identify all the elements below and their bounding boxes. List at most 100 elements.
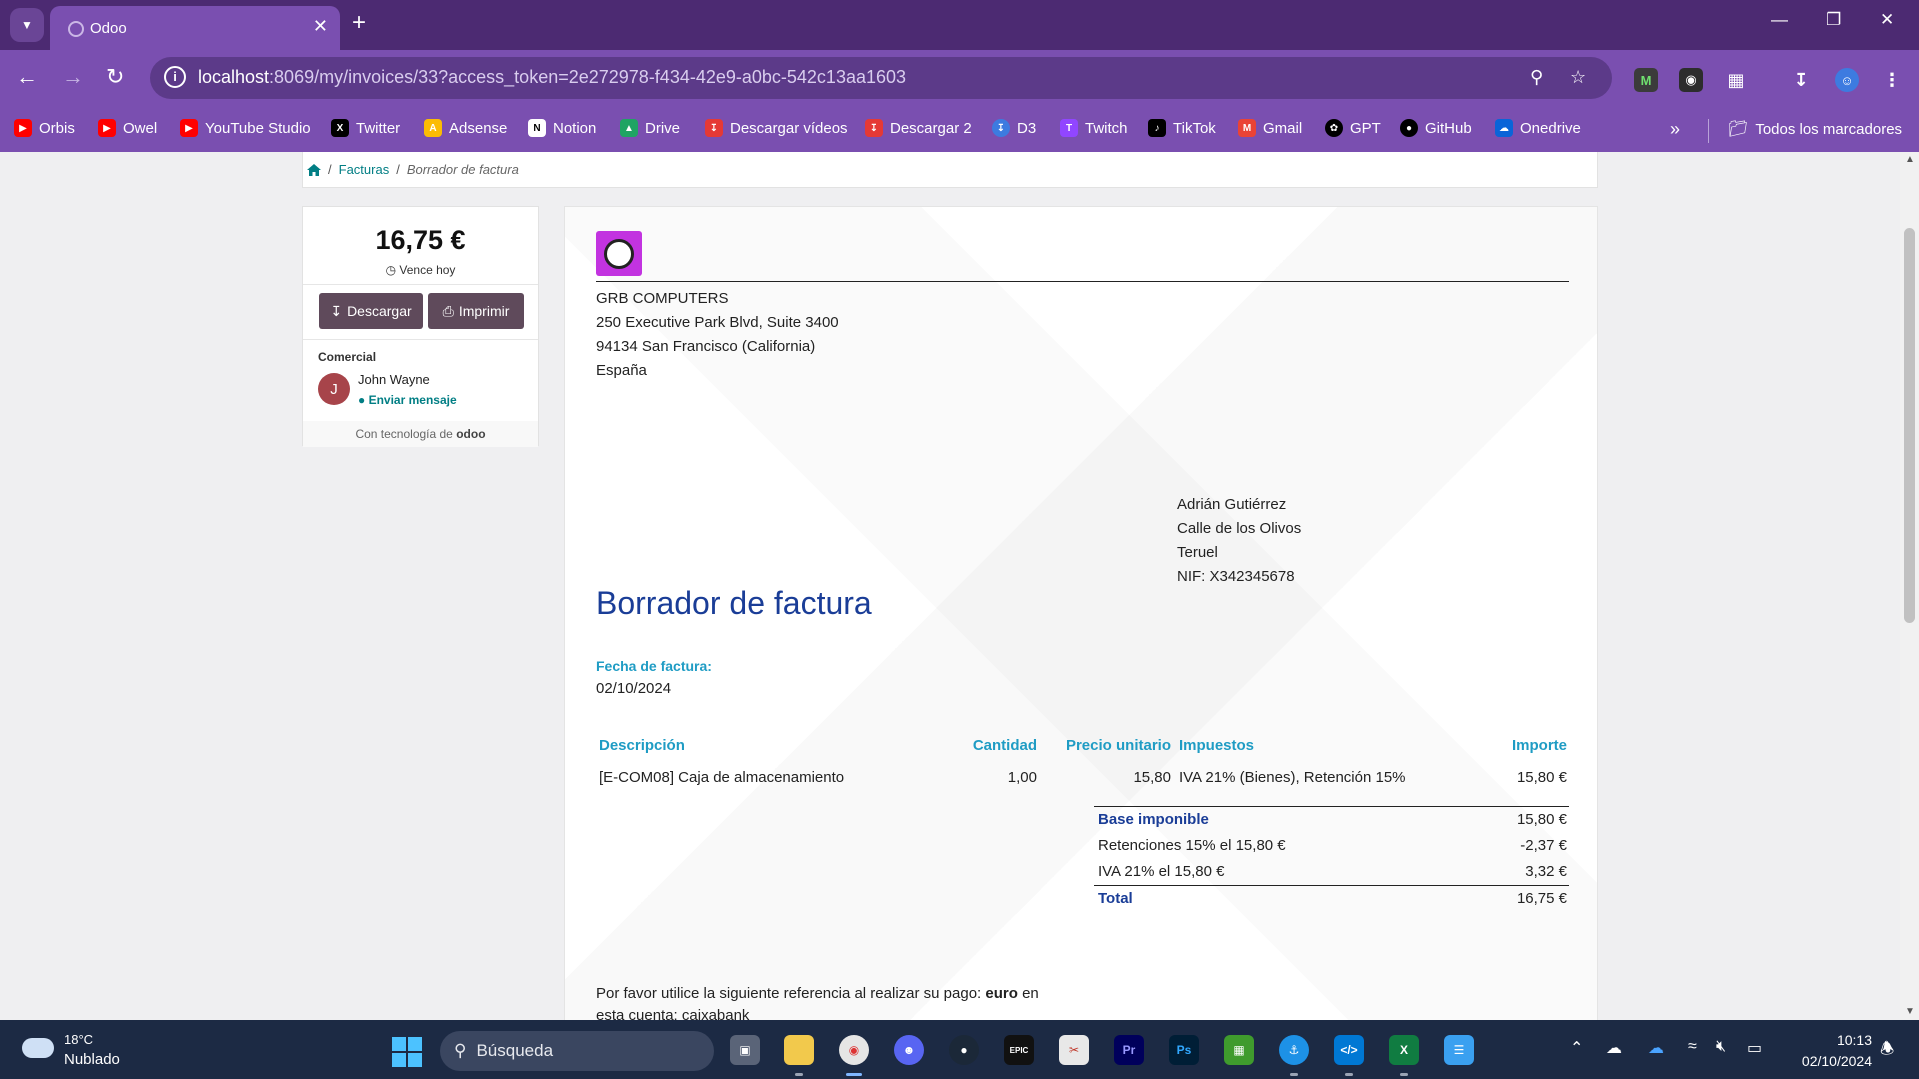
bookmark-tiktok[interactable]: ♪ TikTok — [1148, 119, 1216, 137]
restore-window-button[interactable]: ❐ — [1826, 10, 1841, 30]
extension-m-icon[interactable]: M — [1634, 68, 1658, 92]
bookmark-owel[interactable]: ▶ Owel — [98, 119, 157, 137]
scroll-up-icon[interactable]: ▲ — [1905, 154, 1915, 165]
windows-start-icon[interactable] — [392, 1037, 422, 1067]
home-icon[interactable] — [307, 163, 321, 176]
epic-games-icon[interactable]: EPIC — [1004, 1035, 1034, 1065]
volume-muted-icon[interactable]: 🔇︎ — [1716, 1038, 1726, 1056]
vscode-icon[interactable]: </> — [1334, 1035, 1364, 1065]
notepad-icon[interactable]: ☰ — [1444, 1035, 1474, 1065]
premiere-icon[interactable]: Pr — [1114, 1035, 1144, 1065]
payment-reference: Por favor utilice la siguiente referenci… — [596, 985, 1039, 1020]
download-button[interactable]: ↧ Descargar — [319, 293, 423, 329]
close-tab-icon[interactable]: ✕ — [313, 16, 328, 37]
salesperson-label: Comercial — [318, 350, 377, 364]
bookmark-youtube-studio[interactable]: ▶ YouTube Studio — [180, 119, 311, 137]
cloud-icon[interactable] — [22, 1038, 54, 1058]
profile-avatar[interactable]: ☺ — [1835, 68, 1859, 92]
reload-button[interactable]: ↻ — [106, 65, 124, 89]
bookmark-adsense[interactable]: A Adsense — [424, 119, 507, 137]
wifi-icon[interactable]: ≈ — [1688, 1038, 1697, 1056]
customer-street: Calle de los Olivos — [1177, 520, 1302, 537]
print-icon: ⎙ — [442, 302, 454, 319]
taskbar-search[interactable]: ⚲ Búsqueda — [440, 1031, 714, 1071]
bookmark-orbis[interactable]: ▶ Orbis — [14, 119, 75, 137]
new-tab-button[interactable]: + — [352, 11, 366, 35]
bookmark-github[interactable]: ● GitHub — [1400, 119, 1472, 137]
task-view-icon[interactable]: ▣ — [730, 1035, 760, 1065]
clock-time: 10:13 — [1836, 1032, 1872, 1048]
scroll-down-icon[interactable]: ▼ — [1905, 1006, 1915, 1017]
battery-icon[interactable]: ▭ — [1747, 1038, 1762, 1058]
address-bar[interactable]: i localhost:8069/my/invoices/33?access_t… — [150, 57, 1612, 99]
onedrive-icon[interactable]: ☁ — [1648, 1038, 1664, 1058]
column-taxes: Impuestos — [1179, 737, 1255, 754]
bookmark-twitter[interactable]: X Twitter — [331, 119, 400, 137]
chevron-up-icon[interactable]: ⌃ — [1570, 1038, 1583, 1058]
excel-icon[interactable]: X — [1389, 1035, 1419, 1065]
site-info-icon[interactable]: i — [164, 66, 186, 88]
url-text[interactable]: localhost:8069/my/invoices/33?access_tok… — [198, 67, 906, 88]
base-label: Base imponible — [1098, 811, 1209, 828]
gmail-icon: M — [1238, 119, 1256, 137]
minecraft-icon[interactable]: ▦ — [1224, 1035, 1254, 1065]
bookmark-star-icon[interactable]: ☆ — [1570, 67, 1586, 88]
download-icon: ↧ — [330, 302, 343, 319]
github-icon: ● — [1400, 119, 1418, 137]
customer-address: Adrián Gutiérrez Calle de los Olivos Ter… — [1177, 493, 1301, 589]
header-divider — [596, 281, 1569, 282]
scroll-thumb[interactable] — [1904, 228, 1915, 623]
windows-taskbar: 18°C Nublado ⚲ Búsqueda ▣ ◉ ☻ ● EPIC ✂ Pr… — [0, 1020, 1919, 1079]
tab-search-button[interactable]: ▼ — [10, 8, 44, 42]
iva-label: IVA 21% el 15,80 € — [1098, 863, 1225, 880]
all-bookmarks-folder[interactable]: 📁︎ Todos los marcadores — [1728, 119, 1902, 139]
snipping-tool-icon[interactable]: ✂ — [1059, 1035, 1089, 1065]
bookmark-d3[interactable]: ↧ D3 — [992, 119, 1036, 137]
twitch-icon: T — [1060, 119, 1078, 137]
more-bookmarks-icon[interactable]: » — [1670, 119, 1680, 140]
bookmark-notion[interactable]: N Notion — [528, 119, 596, 137]
bookmark-gpt[interactable]: ✿ GPT — [1325, 119, 1381, 137]
bookmark-gmail[interactable]: M Gmail — [1238, 119, 1302, 137]
bookmark-descargar-2[interactable]: ↧ Descargar 2 — [865, 119, 972, 137]
steam-icon[interactable]: ● — [949, 1035, 979, 1065]
onedrive-sync-icon[interactable]: ☁ — [1606, 1038, 1622, 1058]
bookmarks-separator — [1708, 119, 1709, 143]
zoom-icon[interactable]: ⚲ — [1530, 67, 1543, 88]
send-message-link[interactable]: ● Enviar mensaje — [358, 393, 457, 407]
breadcrumb-invoices-link[interactable]: Facturas — [339, 162, 390, 177]
docker-icon[interactable]: ⚓ — [1279, 1035, 1309, 1065]
chrome-icon[interactable]: ◉ — [839, 1035, 869, 1065]
powered-by: Con tecnología de odoo — [303, 421, 538, 447]
odoo-logo[interactable]: odoo — [456, 427, 485, 441]
bookmark-descargar-videos[interactable]: ↧ Descargar vídeos — [705, 119, 848, 137]
breadcrumb-separator: / — [396, 162, 400, 177]
browser-tab[interactable]: Odoo ✕ — [50, 6, 340, 50]
page-scrollbar[interactable]: ▲ ▼ — [1900, 152, 1919, 1020]
system-clock[interactable]: 10:13 02/10/2024 — [1786, 1030, 1872, 1072]
company-logo — [596, 231, 642, 276]
totals-divider — [1094, 806, 1569, 807]
extension-glasses-icon[interactable]: ◉ — [1679, 68, 1703, 92]
menu-dots-icon[interactable]: ⋮ — [1880, 68, 1904, 92]
bookmark-drive[interactable]: ▲ Drive — [620, 119, 680, 137]
forward-button[interactable]: → — [62, 65, 84, 89]
discord-icon[interactable]: ☻ — [894, 1035, 924, 1065]
extensions-puzzle-icon[interactable]: ▦ — [1724, 68, 1748, 92]
temperature[interactable]: 18°C — [64, 1032, 93, 1047]
clock-icon: ◷ — [385, 263, 400, 277]
bookmark-twitch[interactable]: T Twitch — [1060, 119, 1128, 137]
print-button[interactable]: ⎙ Imprimir — [428, 293, 524, 329]
bookmark-onedrive[interactable]: ☁ Onedrive — [1495, 119, 1581, 137]
onedrive-icon: ☁ — [1495, 119, 1513, 137]
minimize-window-button[interactable]: — — [1771, 10, 1788, 30]
download-icon[interactable]: ↧ — [1789, 68, 1813, 92]
back-button[interactable]: ← — [16, 65, 38, 89]
notification-bell-icon[interactable]: 🕭︎ — [1880, 1038, 1894, 1065]
weather-status[interactable]: Nublado — [64, 1051, 120, 1068]
photoshop-icon[interactable]: Ps — [1169, 1035, 1199, 1065]
file-explorer-icon[interactable] — [784, 1035, 814, 1065]
bookmarks-bar: ▶ Orbis ▶ Owel ▶ YouTube Studio X Twitter AA… — [0, 107, 1919, 152]
close-window-button[interactable]: ✕ — [1880, 10, 1894, 30]
search-icon: ⚲ — [454, 1041, 467, 1060]
